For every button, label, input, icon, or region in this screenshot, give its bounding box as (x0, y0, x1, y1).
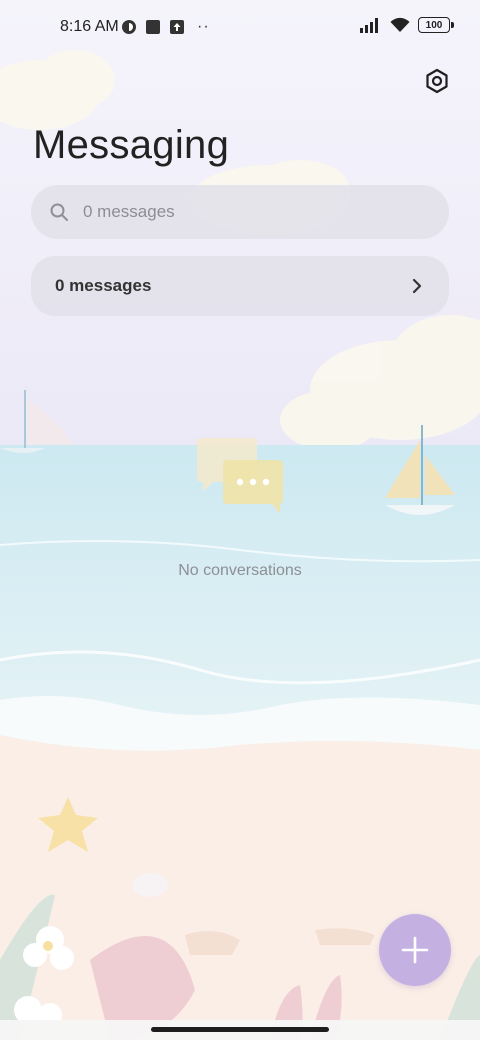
status-bar: 8:16 AM ·· 100 (0, 0, 480, 56)
new-conversation-button[interactable] (379, 914, 451, 986)
battery-indicator: 100 (418, 17, 454, 33)
page-title: Messaging (33, 123, 230, 167)
messages-row-button[interactable]: 0 messages (31, 256, 449, 316)
messages-count-label: 0 messages (55, 276, 152, 295)
hotspot-icon (122, 20, 136, 34)
status-left-icons: ·· (121, 19, 210, 35)
upload-icon (170, 20, 184, 34)
home-indicator[interactable] (151, 1027, 329, 1032)
battery-level: 100 (425, 19, 443, 31)
signal-icon (360, 18, 378, 33)
search-icon (50, 203, 68, 221)
wifi-icon (390, 17, 410, 32)
search-input[interactable] (81, 201, 405, 223)
search-bar[interactable] (31, 185, 449, 239)
empty-state-text: No conversations (178, 562, 302, 579)
settings-hexagon-icon (426, 68, 448, 94)
plus-icon (401, 936, 429, 964)
settings-button[interactable] (420, 64, 454, 98)
square-icon (146, 20, 160, 34)
more-notifications-icon: ·· (197, 18, 210, 35)
chevron-right-icon (412, 278, 422, 294)
status-right-icons: 100 (360, 17, 454, 33)
status-time: 8:16 AM (60, 18, 119, 35)
